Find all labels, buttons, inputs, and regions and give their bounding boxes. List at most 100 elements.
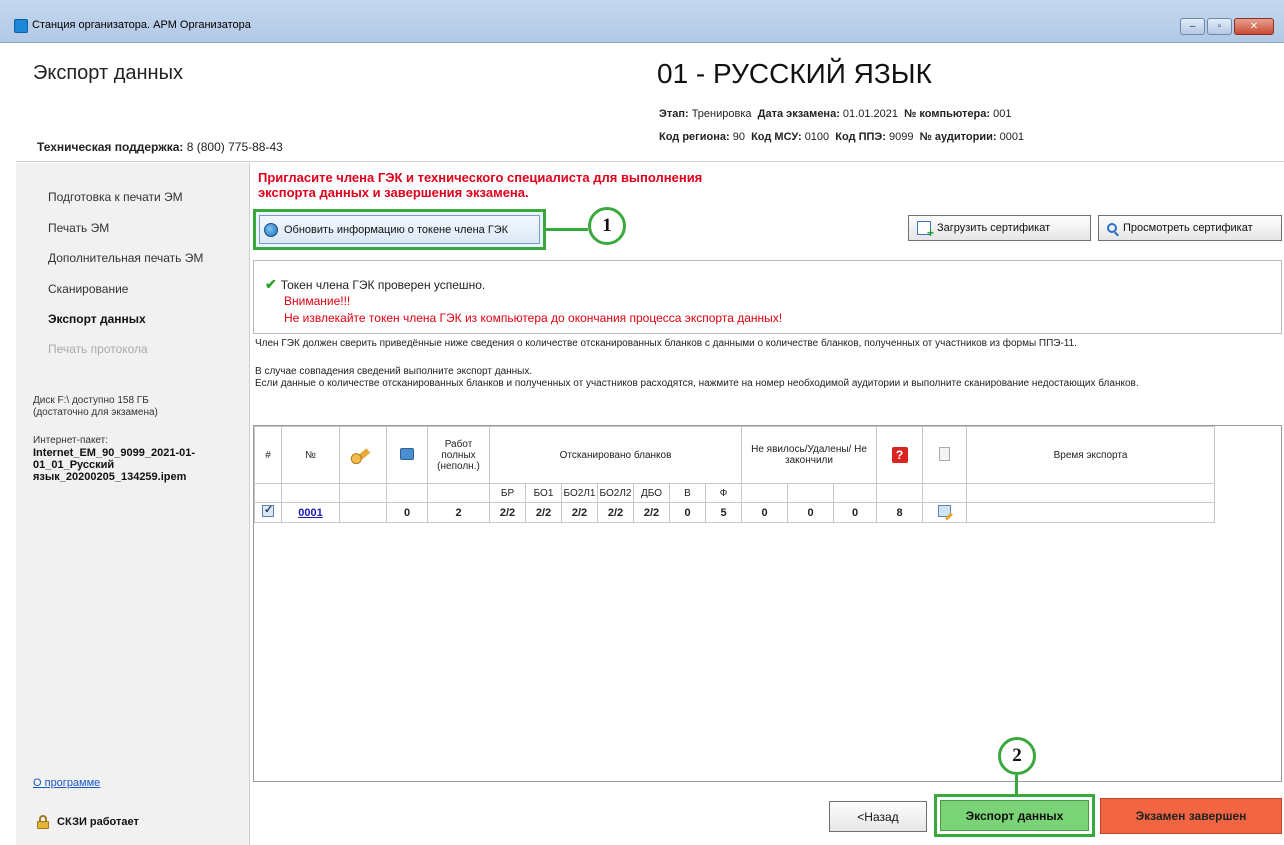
support-phone: 8 (800) 775-88-43 — [186, 140, 283, 154]
row-checkbox-cell — [254, 502, 282, 523]
ppe-value: 9099 — [889, 131, 914, 143]
sidebar-item-scanning[interactable]: Сканирование — [48, 282, 128, 296]
row-scanned-br: 2/2 — [489, 502, 526, 523]
callout-2-connector — [1015, 775, 1018, 794]
row-scanned-bo2l2: 2/2 — [597, 502, 634, 523]
exam-date-value: 01.01.2021 — [842, 108, 898, 120]
search-icon — [1107, 223, 1117, 233]
col-header-hash: # — [254, 426, 282, 484]
exam-info-line2: Код региона: 90 Код МСУ: 0100 Код ППЭ: 9… — [659, 131, 1024, 143]
row-scanned-v: 0 — [669, 502, 706, 523]
window-titlebar: Станция организатора. АРМ Организатора –… — [0, 0, 1284, 43]
row-checkbox[interactable] — [262, 503, 274, 517]
sidebar-item-export[interactable]: Экспорт данных — [48, 312, 146, 326]
lock-icon — [37, 815, 49, 829]
col-header-question: ? — [876, 426, 923, 484]
page-header: Экспорт данных Техническая поддержка: 8 … — [16, 44, 1284, 162]
view-certificate-label: Просмотреть сертификат — [1123, 222, 1253, 234]
internet-package-file: Internet_EM_90_9099_2021-01-01_01_Русски… — [33, 447, 196, 483]
close-button[interactable]: ✕ — [1234, 18, 1274, 35]
refresh-token-button[interactable]: Обновить информацию о токене члена ГЭК — [253, 209, 546, 250]
ppe-label: Код ППЭ: — [835, 131, 886, 143]
back-button[interactable]: <Назад — [829, 801, 927, 832]
invite-alert-line2: экспорта данных и завершения экзамена. — [258, 185, 529, 200]
skzi-status: СКЗИ работает — [37, 815, 139, 829]
sidebar-item-print-prep[interactable]: Подготовка к печати ЭМ — [48, 190, 183, 204]
printer-icon — [400, 447, 414, 460]
internet-package-label: Интернет-пакет: — [33, 435, 109, 446]
auditorium-value: 0001 — [999, 131, 1025, 143]
region-label: Код региона: — [659, 131, 730, 143]
refresh-icon — [264, 222, 278, 237]
support-label: Техническая поддержка: — [37, 140, 184, 154]
scan-summary-table: # № Работ полных (неполн.) Отсканировано… — [253, 425, 1282, 782]
row-export-time — [966, 502, 1215, 523]
upload-certificate-label: Загрузить сертификат — [937, 222, 1051, 234]
sub-header-bo2l1: БО2Л1 — [561, 483, 598, 503]
sub-header-dbo: ДБО — [633, 483, 670, 503]
callout-2-badge: 2 — [998, 737, 1036, 775]
col-header-document — [922, 426, 967, 484]
msu-label: Код МСУ: — [751, 131, 802, 143]
invite-alert: Пригласите члена ГЭК и технического спец… — [258, 170, 858, 200]
maximize-button[interactable]: ▫ — [1207, 18, 1232, 35]
sub-header-bo2l2: БО2Л2 — [597, 483, 634, 503]
exam-date-label: Дата экзамена: — [757, 108, 840, 120]
row-printer-cell: 0 — [386, 502, 428, 523]
refresh-token-label: Обновить информацию о токене члена ГЭК — [284, 223, 509, 236]
instruction-note-1: Член ГЭК должен сверить приведённые ниже… — [255, 338, 1077, 349]
col-header-key — [339, 426, 387, 484]
subject-title: 01 - РУССКИЙ ЯЗЫК — [657, 58, 932, 89]
col-header-printer — [386, 426, 428, 484]
row-works-cell: 2 — [427, 502, 490, 523]
disk-sufficiency: (достаточно для экзамена) — [33, 407, 158, 418]
token-ok-message: ✔ Токен члена ГЭК проверен успешно. — [265, 276, 485, 293]
sub-header-br: БР — [489, 483, 526, 503]
sub-header-bo1: БО1 — [525, 483, 562, 503]
warning-title: Внимание!!! — [284, 294, 351, 308]
invite-alert-line1: Пригласите члена ГЭК и технического спец… — [258, 170, 703, 185]
callout-1-connector — [546, 228, 588, 231]
skzi-label: СКЗИ работает — [57, 816, 139, 828]
region-value: 90 — [732, 131, 745, 143]
row-scanned-f: 5 — [705, 502, 742, 523]
exam-finished-button[interactable]: Экзамен завершен — [1100, 798, 1282, 834]
window-title: Станция организатора. АРМ Организатора — [32, 19, 251, 31]
callout-1-badge: 1 — [588, 207, 626, 245]
instruction-note-2: В случае совпадения сведений выполните э… — [255, 366, 533, 377]
view-certificate-button[interactable]: Просмотреть сертификат — [1098, 215, 1282, 241]
about-link[interactable]: О программе — [33, 777, 100, 789]
exam-info-line1: Этап: Тренировка Дата экзамена: 01.01.20… — [659, 108, 1011, 120]
row-removed: 0 — [787, 502, 834, 523]
sidebar-item-print[interactable]: Печать ЭМ — [48, 221, 109, 235]
row-number-cell: 0001 — [281, 502, 340, 523]
question-icon: ? — [891, 447, 908, 463]
sidebar-item-protocol: Печать протокола — [48, 342, 148, 356]
row-scanned-bo2l1: 2/2 — [561, 502, 598, 523]
minimize-button[interactable]: – — [1180, 18, 1205, 35]
row-edit-cell — [922, 502, 967, 523]
auditorium-link[interactable]: 0001 — [298, 507, 322, 519]
sidebar: Подготовка к печати ЭМ Печать ЭМ Дополни… — [16, 163, 250, 845]
row-key-cell — [339, 502, 387, 523]
col-header-works: Работ полных (неполн.) — [427, 426, 490, 484]
row-scanned-bo1: 2/2 — [525, 502, 562, 523]
support-info: Техническая поддержка: 8 (800) 775-88-43 — [37, 140, 283, 154]
col-header-number: № — [281, 426, 340, 484]
app-icon — [14, 19, 28, 33]
instruction-note-3: Если данные о количестве отсканированных… — [255, 378, 1139, 389]
export-data-button[interactable]: Экспорт данных — [934, 794, 1095, 837]
sidebar-item-extra-print[interactable]: Дополнительная печать ЭМ — [48, 251, 203, 265]
edit-icon[interactable] — [938, 505, 951, 517]
document-icon — [939, 446, 950, 461]
computer-no-label: № компьютера: — [904, 108, 991, 120]
upload-certificate-button[interactable]: Загрузить сертификат — [908, 215, 1091, 241]
row-not-finished: 0 — [833, 502, 877, 523]
col-header-scanned: Отсканировано бланков — [489, 426, 742, 484]
computer-no-value: 001 — [993, 108, 1012, 120]
row-absent: 0 — [741, 502, 788, 523]
col-header-absent: Не явилось/Удалены/ Не закончили — [741, 426, 877, 484]
disk-free: Диск F:\ доступно 158 ГБ — [33, 395, 149, 406]
warning-text: Не извлекайте токен члена ГЭК из компьют… — [284, 311, 783, 325]
table-row: 0001 0 2 2/2 2/2 2/2 2/2 2/2 0 5 0 0 0 8 — [254, 502, 1215, 523]
